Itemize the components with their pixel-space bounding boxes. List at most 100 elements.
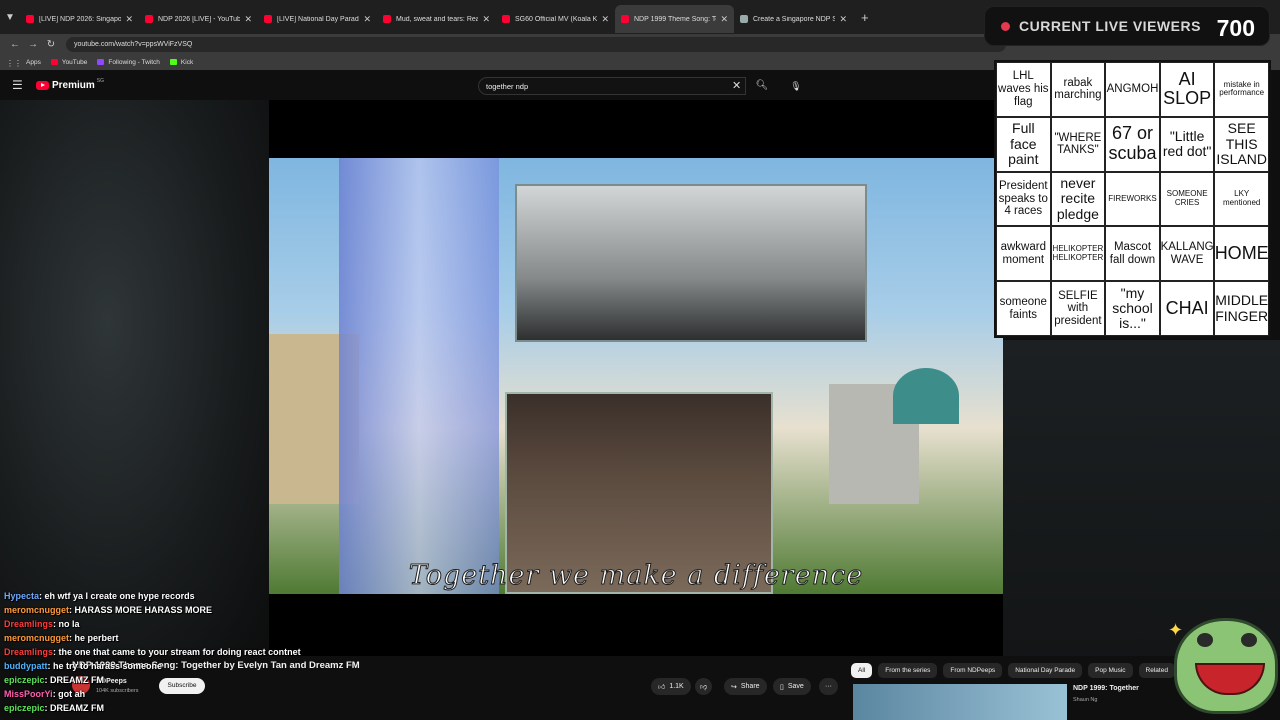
bingo-cell: CHAI: [1159, 281, 1215, 336]
chat-message: epiczepic: DREAMZ FM: [4, 675, 344, 689]
filter-chip[interactable]: From the series: [878, 663, 938, 678]
bingo-cell: awkward moment: [996, 226, 1051, 282]
clear-search-icon[interactable]: ✕: [732, 79, 741, 92]
thumbs-down-icon: 👎︎: [700, 684, 708, 691]
browser-tab[interactable]: Mud, sweat and tears: Reality o✕: [377, 5, 496, 33]
chat-message: Dreamlings: the one that came to your st…: [4, 647, 344, 661]
browser-tab[interactable]: [LIVE] National Day Parade 202 ✕: [258, 5, 377, 33]
frog-eye: [1241, 633, 1257, 647]
address-bar[interactable]: youtube.com/watch?v=ppsWViFzVSQ: [66, 36, 1006, 52]
bookmark-twitch[interactable]: Following - Twitch: [97, 59, 160, 66]
share-button[interactable]: ↪ Share: [724, 678, 767, 695]
bingo-cell: President speaks to 4 races: [996, 171, 1051, 227]
filter-chip[interactable]: Pop Music: [1088, 663, 1133, 678]
new-tab-icon[interactable]: +: [861, 10, 869, 25]
bingo-cell: ANGMOH: [1105, 62, 1160, 117]
hamburger-menu-icon[interactable]: ☰: [12, 78, 23, 92]
video-caption: Together we make a difference: [408, 560, 864, 592]
like-button[interactable]: 👍︎ 1.1K: [651, 678, 691, 695]
close-tab-icon[interactable]: ✕: [601, 14, 609, 25]
apps-grid-icon: ⋮⋮: [6, 59, 22, 68]
stream-background-right: [1003, 340, 1280, 656]
filter-chip[interactable]: From NDPeeps: [943, 663, 1003, 678]
viewers-label: CURRENT LIVE VIEWERS: [1019, 18, 1201, 34]
more-dots-icon: ···: [825, 683, 832, 690]
recommendation-filter-chips: All From the series From NDPeeps National D…: [851, 663, 1181, 678]
bingo-cell: mistake in performance: [1214, 62, 1269, 117]
close-tab-icon[interactable]: ✕: [363, 14, 371, 25]
close-tab-icon[interactable]: ✕: [244, 14, 252, 25]
bingo-cell: "Little red dot": [1159, 116, 1215, 172]
kick-icon: [169, 59, 177, 65]
bingo-cell: HELIKOPTER HELIKOPTER: [1050, 226, 1106, 282]
youtube-favicon-icon: [264, 15, 272, 23]
chat-username: Hypecta: [4, 591, 40, 601]
back-icon[interactable]: ←: [6, 39, 24, 50]
filter-chip[interactable]: National Day Parade: [1008, 663, 1083, 678]
chat-username: Dreamlings: [4, 619, 54, 629]
bingo-cell: KALLANG WAVE: [1159, 226, 1215, 282]
bingo-cell: Mascot fall down: [1105, 226, 1160, 282]
chat-message: epiczepic: DREAMZ FM: [4, 703, 344, 717]
forward-icon[interactable]: →: [24, 39, 42, 50]
video-flag-veil: [339, 158, 499, 594]
bingo-cell: AI SLOP: [1159, 62, 1215, 117]
chat-text: : he perbert: [69, 633, 119, 643]
dislike-button[interactable]: 👎︎: [695, 678, 713, 695]
video-player[interactable]: Together we make a difference: [269, 100, 1003, 656]
bookmark-icon: ▯: [780, 683, 784, 691]
chat-text: : DREAMZ FM: [44, 703, 105, 713]
save-button[interactable]: ▯ Save: [773, 678, 811, 695]
browser-tab[interactable]: Create a Singapore NDP Song✕: [734, 5, 853, 33]
tab-title: NDP 2026 [LIVE] - YouTube: [158, 15, 241, 23]
video-dome: [893, 368, 959, 424]
bingo-cell: rabak marching: [1050, 62, 1106, 117]
bookmark-apps[interactable]: ⋮⋮ Apps: [6, 59, 41, 69]
frog-eye: [1197, 633, 1213, 647]
search-input[interactable]: together ndp: [478, 77, 746, 95]
chat-text: : the one that came to your stream for d…: [53, 647, 301, 657]
url-text: youtube.com/watch?v=ppsWViFzVSQ: [74, 40, 193, 48]
chat-message: meromcnugget: he perbert: [4, 633, 344, 647]
close-tab-icon[interactable]: ✕: [125, 14, 133, 25]
bookmark-youtube[interactable]: YouTube: [50, 59, 87, 66]
bingo-cell: someone faints: [996, 281, 1051, 336]
browser-tab[interactable]: [LIVE] NDP 2026: Singapore cel✕: [20, 5, 139, 33]
bingo-cell: "WHERE TANKS": [1050, 116, 1106, 172]
chat-username: epiczepic: [4, 703, 45, 713]
bingo-cell: never recite pledge: [1050, 171, 1106, 227]
more-actions-button[interactable]: ···: [819, 678, 838, 695]
chat-username: meromcnugget: [4, 633, 70, 643]
bingo-cell: 67 or scuba: [1105, 116, 1160, 172]
chat-message: Dreamlings: no la: [4, 619, 344, 633]
bingo-card: LHL waves his flag rabak marching ANGMOH AI…: [994, 60, 1271, 338]
share-icon: ↪: [731, 683, 737, 691]
screen: ▼ [LIVE] NDP 2026: Singapore cel✕NDP 202…: [0, 0, 1280, 720]
close-tab-icon[interactable]: ✕: [720, 14, 728, 25]
chat-username: meromcnugget: [4, 605, 70, 615]
live-dot-icon: [1001, 21, 1010, 31]
tab-list: [LIVE] NDP 2026: Singapore cel✕NDP 2026 …: [20, 1, 853, 33]
chat-text: : got ah: [52, 689, 86, 699]
microphone-icon[interactable]: 🎙︎: [788, 77, 804, 95]
bookmark-kick[interactable]: Kick: [169, 59, 193, 66]
recommended-video-title[interactable]: NDP 1999: Together: [1073, 685, 1139, 692]
browser-tab[interactable]: SG60 Official MV (Koala Keys) -✕: [496, 5, 615, 33]
close-tab-icon[interactable]: ✕: [839, 14, 847, 25]
chat-username: Dreamlings: [4, 647, 54, 657]
browser-tab[interactable]: NDP 2026 [LIVE] - YouTube ✕: [139, 5, 258, 33]
youtube-icon: [50, 59, 58, 65]
youtube-favicon-icon: [621, 15, 629, 23]
bingo-cell: FIREWORKS: [1105, 171, 1160, 227]
frog-mascot: ✦: [1168, 612, 1280, 720]
chat-text: : HARASS MORE HARASS MORE: [69, 605, 213, 615]
browser-tab[interactable]: NDP 1999 Theme Song: Tog ✕: [615, 5, 734, 33]
tab-search-caret-icon[interactable]: ▼: [0, 12, 20, 23]
filter-chip[interactable]: All: [851, 663, 873, 678]
page-favicon-icon: [740, 15, 748, 23]
search-icon[interactable]: 🔍︎: [750, 77, 774, 95]
close-tab-icon[interactable]: ✕: [482, 14, 490, 25]
reload-icon[interactable]: ↻: [42, 39, 60, 50]
youtube-logo[interactable]: Premium SG: [36, 78, 104, 91]
recommended-video-thumbnail[interactable]: [853, 684, 1067, 720]
